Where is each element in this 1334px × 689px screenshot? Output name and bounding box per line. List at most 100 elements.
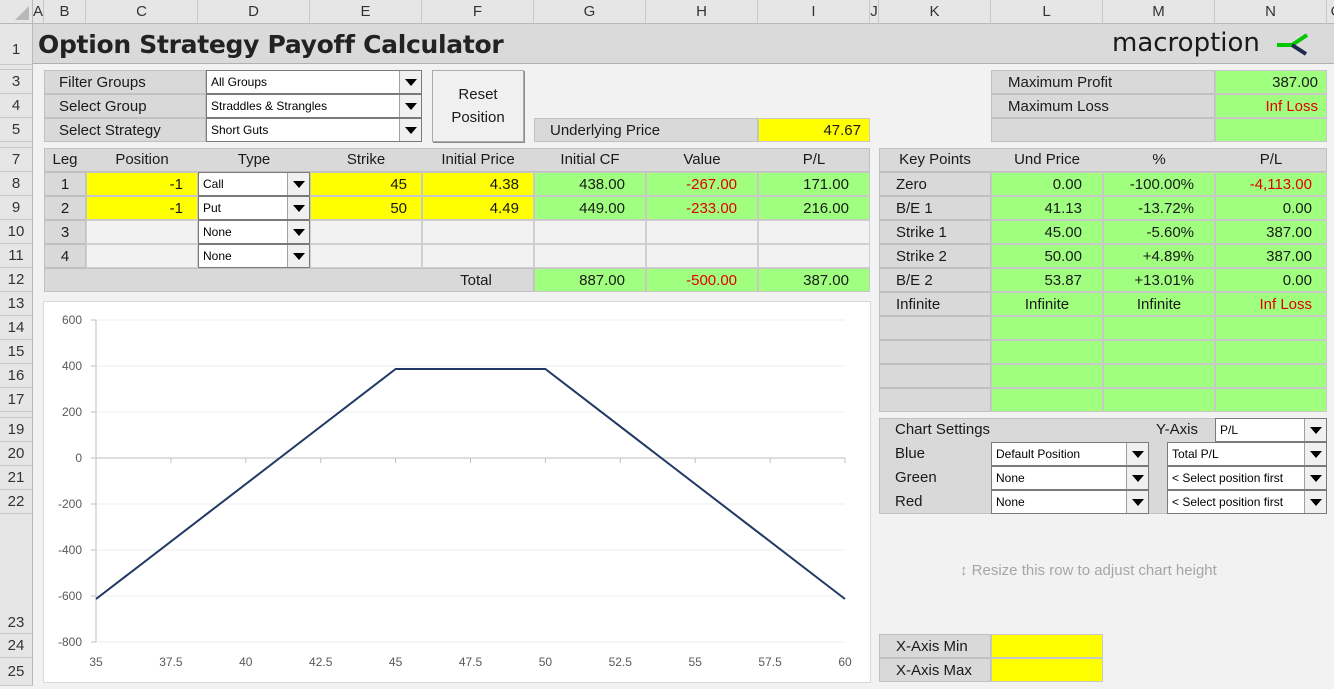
- column-header-g[interactable]: G: [534, 0, 646, 24]
- row-header-14[interactable]: 14: [0, 316, 33, 340]
- leg-3-type-dropdown[interactable]: None: [198, 220, 310, 244]
- key-point-pct: -100.00%: [1103, 172, 1215, 196]
- red-position-dropdown[interactable]: None: [991, 490, 1149, 514]
- key-point-pl: 387.00: [1215, 220, 1327, 244]
- row-header-24[interactable]: 24: [0, 634, 33, 658]
- column-header-e[interactable]: E: [310, 0, 422, 24]
- leg-2-initial-price-input[interactable]: 4.49: [422, 196, 534, 220]
- leg-2-position-input[interactable]: -1: [86, 196, 198, 220]
- chevron-down-icon[interactable]: [399, 119, 421, 141]
- column-header-o[interactable]: O: [1327, 0, 1334, 24]
- green-series-label: Green: [895, 469, 937, 486]
- underlying-price-input[interactable]: 47.67: [758, 118, 870, 142]
- row-header-12[interactable]: 12: [0, 268, 33, 292]
- y-axis-dropdown[interactable]: P/L: [1215, 418, 1327, 442]
- row-header-23[interactable]: 23: [0, 514, 33, 634]
- chevron-down-icon[interactable]: [1304, 443, 1326, 465]
- row-header-13[interactable]: 13: [0, 292, 33, 316]
- column-header-m[interactable]: M: [1103, 0, 1215, 24]
- column-header-c[interactable]: C: [86, 0, 198, 24]
- row-header-20[interactable]: 20: [0, 442, 33, 466]
- logo-green-stroke: [1290, 33, 1309, 47]
- chevron-down-icon[interactable]: [399, 71, 421, 93]
- chevron-down-icon[interactable]: [1126, 443, 1148, 465]
- select-all-corner[interactable]: [0, 0, 33, 24]
- row-header-21[interactable]: 21: [0, 466, 33, 490]
- chevron-down-icon[interactable]: [399, 95, 421, 117]
- row-header-10[interactable]: 10: [0, 220, 33, 244]
- select-strategy-dropdown[interactable]: Short Guts: [206, 118, 422, 142]
- blue-series-value: Total P/L: [1172, 447, 1219, 461]
- leg-1-type-dropdown[interactable]: Call: [198, 172, 310, 196]
- column-header-h[interactable]: H: [646, 0, 758, 24]
- chevron-down-icon[interactable]: [1304, 467, 1326, 489]
- chevron-down-icon[interactable]: [287, 173, 309, 195]
- leg-3-position-input[interactable]: [86, 220, 198, 244]
- column-header-a[interactable]: A: [33, 0, 44, 24]
- blue-position-dropdown[interactable]: Default Position: [991, 442, 1149, 466]
- green-series-value: < Select position first: [1172, 471, 1284, 485]
- leg-1-number: 1: [44, 172, 86, 196]
- row-header-16[interactable]: 16: [0, 364, 33, 388]
- row-header-7[interactable]: 7: [0, 148, 33, 172]
- chevron-down-icon[interactable]: [287, 197, 309, 219]
- key-point-pct: -5.60%: [1103, 220, 1215, 244]
- reset-position-button[interactable]: Reset Position: [432, 70, 524, 142]
- column-header-k[interactable]: K: [879, 0, 991, 24]
- green-series-dropdown[interactable]: < Select position first: [1167, 466, 1327, 490]
- red-series-dropdown[interactable]: < Select position first: [1167, 490, 1327, 514]
- leg-2-number: 2: [44, 196, 86, 220]
- row-header-8[interactable]: 8: [0, 172, 33, 196]
- leg-1-initial-price-input[interactable]: 4.38: [422, 172, 534, 196]
- leg-1-strike-input[interactable]: 45: [310, 172, 422, 196]
- key-point-und-price: 53.87: [991, 268, 1103, 292]
- column-header-f[interactable]: F: [422, 0, 534, 24]
- row-header-25[interactable]: 25: [0, 658, 33, 686]
- chevron-down-icon[interactable]: [1304, 419, 1326, 441]
- leg-2-strike-input[interactable]: 50: [310, 196, 422, 220]
- row-header-22[interactable]: 22: [0, 490, 33, 514]
- chevron-down-icon[interactable]: [1126, 467, 1148, 489]
- leg-4-position-input[interactable]: [86, 244, 198, 268]
- row-header-1[interactable]: 1: [0, 24, 33, 65]
- blue-series-dropdown[interactable]: Total P/L: [1167, 442, 1327, 466]
- green-position-dropdown[interactable]: None: [991, 466, 1149, 490]
- row-header-11[interactable]: 11: [0, 244, 33, 268]
- column-header-l[interactable]: L: [991, 0, 1103, 24]
- chevron-down-icon[interactable]: [287, 245, 309, 267]
- x-axis-min-input[interactable]: [991, 634, 1103, 658]
- column-header-n[interactable]: N: [1215, 0, 1327, 24]
- payoff-chart-container[interactable]: 600 400 200 0 -200 -400 -600 -800 35 37.5 40 42.5 45…: [43, 301, 871, 683]
- row-header-4[interactable]: 4: [0, 94, 33, 118]
- key-point-pl: 387.00: [1215, 244, 1327, 268]
- row-header-19[interactable]: 19: [0, 418, 33, 442]
- header-type: Type: [237, 151, 271, 168]
- x-axis-max-input[interactable]: [991, 658, 1103, 682]
- leg-4-strike-input[interactable]: [310, 244, 422, 268]
- leg-4-type-value: None: [203, 249, 232, 263]
- key-point-und-price: 50.00: [991, 244, 1103, 268]
- leg-2-type-dropdown[interactable]: Put: [198, 196, 310, 220]
- filter-groups-dropdown[interactable]: All Groups: [206, 70, 422, 94]
- leg-1-position-input[interactable]: -1: [86, 172, 198, 196]
- chevron-down-icon[interactable]: [287, 221, 309, 243]
- y-tick-label: 600: [62, 313, 82, 327]
- chevron-down-icon[interactable]: [1304, 491, 1326, 513]
- column-header-d[interactable]: D: [198, 0, 310, 24]
- leg-3-strike-input[interactable]: [310, 220, 422, 244]
- row-header-3[interactable]: 3: [0, 70, 33, 94]
- row-header-5[interactable]: 5: [0, 118, 33, 142]
- leg-3-initial-price-input[interactable]: [422, 220, 534, 244]
- leg-4-type-dropdown[interactable]: None: [198, 244, 310, 268]
- x-axis-min-label: X-Axis Min: [879, 634, 991, 658]
- select-group-dropdown[interactable]: Straddles & Strangles: [206, 94, 422, 118]
- leg-4-initial-price-input[interactable]: [422, 244, 534, 268]
- chevron-down-icon[interactable]: [1126, 491, 1148, 513]
- row-header-17[interactable]: 17: [0, 388, 33, 412]
- column-header-b[interactable]: B: [44, 0, 86, 24]
- column-header-j[interactable]: J: [870, 0, 879, 24]
- column-header-i[interactable]: I: [758, 0, 870, 24]
- row-header-15[interactable]: 15: [0, 340, 33, 364]
- row-header-9[interactable]: 9: [0, 196, 33, 220]
- select-group-value: Straddles & Strangles: [211, 99, 328, 113]
